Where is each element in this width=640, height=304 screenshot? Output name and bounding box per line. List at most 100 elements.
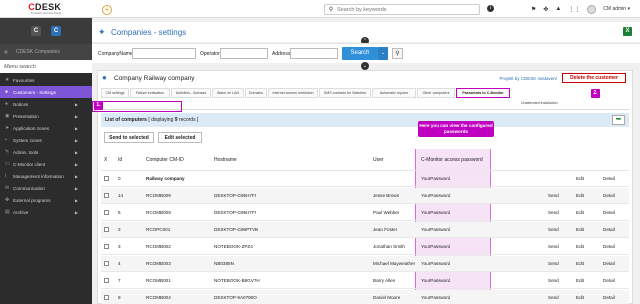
sidebar-item-monitor[interactable]: ▭ C-Monitor client ▶ (0, 158, 92, 170)
cell-send[interactable]: Send (548, 256, 559, 271)
address-filter-input[interactable] (290, 48, 338, 59)
search-options-caret[interactable]: ⌄ (378, 47, 388, 60)
toggle-panel-icon[interactable]: ⌄ (361, 62, 369, 70)
operator-filter-input[interactable] (220, 48, 268, 59)
edit-selected-button[interactable]: Edit selected (158, 132, 202, 143)
sidebar-item-lock[interactable]: ▪ System zones ▶ (0, 134, 92, 146)
cell-detail[interactable]: Detail (603, 222, 615, 237)
row-checkbox[interactable] (104, 205, 109, 220)
cell-send[interactable]: Send (548, 290, 559, 304)
global-search[interactable]: ⚲ (324, 4, 480, 15)
delete-customer-button[interactable]: Delete the customer (562, 73, 626, 83)
tab-internet-access-restriction[interactable]: Internet access restriction (268, 88, 318, 98)
tab-automatic-reports[interactable]: Automatic reports (372, 88, 416, 98)
table-row[interactable]: 4 RCOMB003 NB0385N Michael Mayweather YourPa… (101, 256, 629, 272)
sidebar-item-users[interactable]: ● Customers - Settings (0, 86, 92, 98)
cell-detail[interactable]: Detail (603, 188, 615, 203)
cell-edit[interactable]: Edit (576, 239, 584, 254)
cell-detail[interactable]: Detail (603, 171, 615, 186)
cell-send[interactable]: Send (548, 239, 559, 254)
cell-detail[interactable]: Detail (603, 273, 615, 288)
row-checkbox[interactable] (104, 188, 109, 203)
logo[interactable]: CDESK® Powerful Service Desk (0, 0, 92, 18)
tab-cm-settings[interactable]: CM settings (101, 88, 129, 98)
sidebar-item-pointer[interactable]: ➤ Application zones ▶ (0, 122, 92, 134)
tab-wake-on-lan[interactable]: Wake on LAN (212, 88, 244, 98)
row-checkbox[interactable] (104, 239, 109, 254)
cell-send[interactable]: Send (548, 273, 559, 288)
cmonitor-app-icon[interactable]: C (51, 26, 61, 36)
cell-edit[interactable]: Edit (576, 222, 584, 237)
flag-icon[interactable]: ⚑ (531, 6, 536, 13)
cell-edit[interactable]: Edit (576, 273, 584, 288)
bell-icon[interactable]: ▲ (555, 6, 561, 12)
cell-detail[interactable]: Detail (603, 239, 615, 254)
row-checkbox[interactable] (104, 290, 109, 304)
cell-detail[interactable]: Detail (603, 290, 615, 304)
sidebar-collapse[interactable]: « CDESK Companies (0, 44, 92, 60)
cell-edit[interactable]: Edit (576, 205, 584, 220)
table-row[interactable]: 5 RCOMB009 DESKTOP-G95H7FI Paul Webber YourP… (101, 205, 629, 221)
cell-send[interactable]: Send (548, 222, 559, 237)
cell-send[interactable]: Send (548, 205, 559, 220)
user-menu[interactable]: CM admin ▾ (603, 6, 630, 12)
cell-detail[interactable]: Detail (603, 256, 615, 271)
sidebar-quick-buttons: C C (0, 18, 92, 44)
cell-pw: YourPassword (421, 244, 451, 249)
advanced-search-icon[interactable]: ⚲ (392, 48, 403, 59)
grid-icon[interactable]: ⋮⋮ (568, 6, 580, 13)
cell-detail[interactable]: Detail (603, 205, 615, 220)
col-x[interactable]: X (104, 149, 107, 170)
sidebar-item-chat[interactable]: ✉ Communication ▶ (0, 182, 92, 194)
sidebar-item-info[interactable]: i Management information ▶ (0, 170, 92, 182)
sidebar-item-eye[interactable]: ◉ Presentation ▶ (0, 110, 92, 122)
col-hostname[interactable]: Hostname (214, 149, 237, 170)
cdesk-app-icon[interactable]: C (31, 26, 41, 36)
table-row[interactable]: 0 Railway company YourPassword Edit Detail (101, 171, 629, 187)
sidebar-item-puzzle[interactable]: ✤ External programs ▶ (0, 194, 92, 206)
cell-edit[interactable]: Edit (576, 171, 584, 186)
company-filter-input[interactable] (132, 48, 196, 59)
cell-send[interactable]: Send (548, 188, 559, 203)
tab-passwords-to-c-monitor[interactable]: Passwords to C-Monitor (456, 88, 510, 98)
table-row[interactable]: 2 RCOPC001 DESKTOP-G96PTVB Jean Foster YourP… (101, 222, 629, 238)
add-plus-icon[interactable]: + (102, 5, 112, 15)
table-row[interactable]: 14 RCOMB009 DESKTOP-G95H7FI Jesse Brown Your… (101, 188, 629, 204)
table-row[interactable]: 9 RCOMB004 DESKTOP-9A0790O Daniel Moore Your… (101, 290, 629, 304)
tab-domains[interactable]: Domains (245, 88, 267, 98)
table-row[interactable]: 3 RCOMB002 NOTEBOOK-ZPZ4 Jonathan Smith Your… (101, 239, 629, 255)
row-checkbox[interactable] (104, 171, 109, 186)
collapse-chevron-icon[interactable]: « (4, 49, 8, 56)
tab-other-computers[interactable]: Other computers (417, 88, 455, 98)
sidebar-item-wrench[interactable]: ✎ Admin. tools ▶ (0, 146, 92, 158)
cell-edit[interactable]: Edit (576, 290, 584, 304)
col-password[interactable]: C-Monitor access password (421, 149, 483, 170)
project-link[interactable]: Projekt by CDESK nastavení (499, 76, 557, 81)
cell-edit[interactable]: Edit (576, 188, 584, 203)
cell-host: DESKTOP-G96PTVB (214, 227, 259, 232)
sidebar-item-archive[interactable]: ▤ Archive ▶ (0, 206, 92, 218)
search-button[interactable]: Search (342, 47, 378, 60)
cell-edit[interactable]: Edit (576, 256, 584, 271)
sidebar-item-bell[interactable]: ● Notices ▶ (0, 98, 92, 110)
tab-unattended-installation[interactable]: Unattended installation (521, 99, 558, 108)
tab-sms-contacts-for-watches[interactable]: SMS contacts for Watches (319, 88, 371, 98)
col-user[interactable]: User (373, 149, 384, 170)
sidebar-item-star[interactable]: ★ Favourites (0, 74, 92, 86)
back-arrow-icon[interactable]: ➥ (612, 115, 625, 125)
col-cmid[interactable]: Computer CM-ID (146, 149, 184, 170)
excel-export-icon[interactable]: X (623, 27, 632, 36)
col-id[interactable]: Id (118, 149, 122, 170)
tab-failure-evaluation[interactable]: Failure evaluation (130, 88, 170, 98)
send-to-selected-button[interactable]: Send to selected (104, 132, 154, 143)
global-search-input[interactable] (337, 6, 467, 13)
menu-search-input[interactable]: Menu search (0, 60, 92, 73)
row-checkbox[interactable] (104, 256, 109, 271)
table-row[interactable]: 7 RCOMB001 NOTEBOOK-B8GV7H Barry Allen YourP… (101, 273, 629, 289)
row-checkbox[interactable] (104, 273, 109, 288)
puzzle-icon[interactable]: ✤ (543, 6, 548, 13)
search-help-icon[interactable]: i (487, 5, 494, 12)
tab-activities-licenses[interactable]: Activities - licenses (171, 88, 211, 98)
avatar[interactable] (587, 4, 597, 14)
row-checkbox[interactable] (104, 222, 109, 237)
